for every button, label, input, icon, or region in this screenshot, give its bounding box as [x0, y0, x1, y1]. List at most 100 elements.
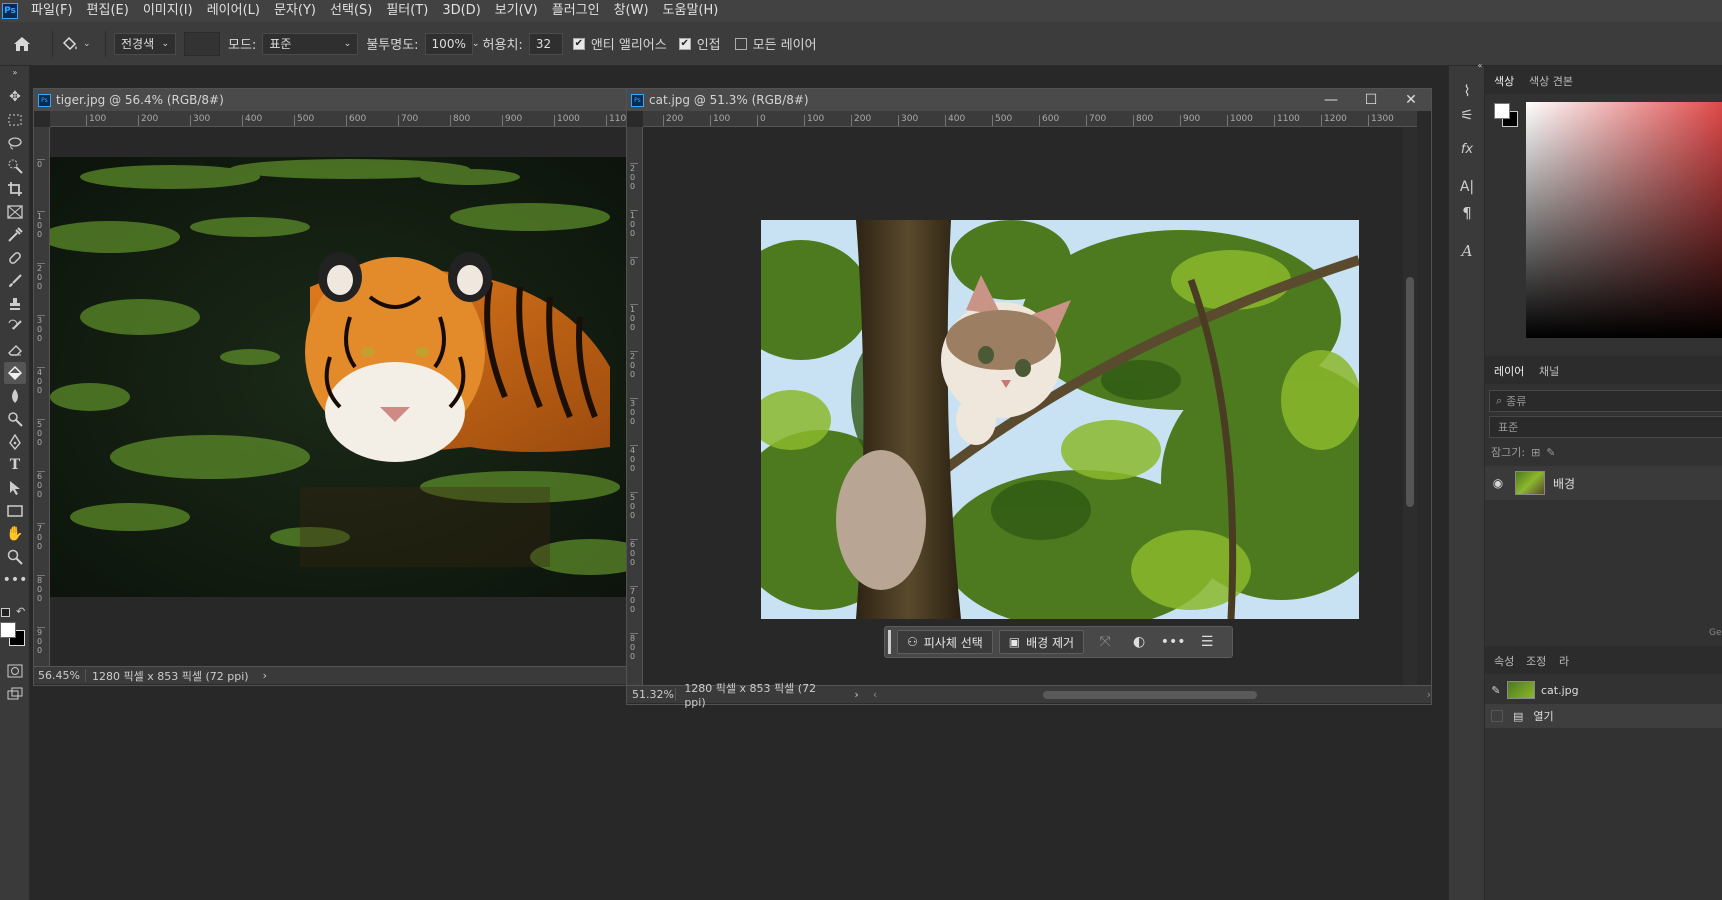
menu-3d[interactable]: 3D(D)	[435, 0, 487, 22]
menu-select[interactable]: 선택(S)	[323, 0, 379, 22]
rectangle-tool-icon[interactable]	[4, 500, 26, 522]
scrollbar-thumb[interactable]	[1043, 690, 1258, 699]
mode-dropdown[interactable]: 표준 ⌄	[262, 32, 359, 55]
more-tools-icon[interactable]: •••	[3, 569, 28, 591]
menu-view[interactable]: 보기(V)	[488, 0, 545, 22]
status-expand-icon[interactable]: ›	[854, 688, 858, 701]
tiger-image[interactable]	[50, 157, 627, 597]
layer-name[interactable]: 배경	[1553, 475, 1575, 492]
default-colors-icon[interactable]	[1, 608, 10, 617]
move-tool-icon[interactable]: ✥	[4, 86, 26, 108]
scroll-left-icon[interactable]: ‹	[873, 688, 877, 701]
menu-edit[interactable]: 편집(E)	[80, 0, 136, 22]
document-size-info[interactable]: 1280 픽셀 x 853 픽셀 (72 ppi)	[676, 680, 838, 709]
tab-layers[interactable]: 레이어	[1494, 363, 1524, 379]
quick-mask-icon[interactable]	[4, 660, 26, 682]
layer-kind-filter[interactable]: ⌕ 종류	[1489, 390, 1722, 412]
lasso-tool-icon[interactable]	[4, 132, 26, 154]
all-layers-checkbox[interactable]	[734, 37, 747, 50]
more-options-icon[interactable]: •••	[1156, 634, 1190, 650]
zoom-level[interactable]: 56.45%	[34, 669, 86, 682]
visibility-eye-icon[interactable]: ◉	[1485, 476, 1511, 490]
chevron-down-icon[interactable]: ⌄	[472, 39, 480, 49]
zoom-level[interactable]: 51.32%	[627, 688, 677, 701]
status-expand-icon[interactable]: ›	[263, 669, 267, 682]
foreground-color-swatch[interactable]	[0, 622, 16, 638]
tab-properties[interactable]: 속성	[1494, 653, 1514, 669]
menu-layer[interactable]: 레이어(L)	[200, 0, 267, 22]
document-tab-cat[interactable]: Ps cat.jpg @ 51.3% (RGB/8#) — ☐ ✕	[627, 89, 1431, 111]
paint-bucket-tool-icon[interactable]	[4, 362, 26, 384]
menu-plugins[interactable]: 플러그인	[545, 0, 607, 22]
lock-transparent-icon[interactable]: ⊞	[1531, 446, 1540, 459]
screen-mode-icon[interactable]	[4, 683, 26, 705]
frame-tool-icon[interactable]	[4, 201, 26, 223]
dodge-tool-icon[interactable]	[4, 408, 26, 430]
opacity-input[interactable]: 100% ⌄	[424, 32, 479, 55]
document-size-info[interactable]: 1280 픽셀 x 853 픽셀 (72 ppi)	[86, 668, 249, 684]
history-checkbox[interactable]	[1491, 710, 1503, 722]
vertical-ruler[interactable]: 200 100 0 100 200 300 400 500 600 700 800	[627, 127, 643, 685]
minimize-button[interactable]: —	[1311, 92, 1351, 108]
paint-bucket-preset-icon[interactable]: ⌄	[61, 36, 97, 52]
fill-source-dropdown[interactable]: 전경색 ⌄	[114, 32, 176, 55]
menu-file[interactable]: 파일(F)	[24, 0, 80, 22]
scrollbar-thumb[interactable]	[1406, 277, 1414, 507]
vertical-ruler[interactable]: 0 100 200 300 400 500 600 700 800 900	[34, 127, 50, 669]
horizontal-ruler[interactable]: 100 200 300 400 500 600 700 800 900 1000 1100	[50, 111, 627, 127]
drag-handle[interactable]	[888, 630, 891, 654]
hand-tool-icon[interactable]: ✋	[4, 523, 26, 545]
paragraph-icon[interactable]: ¶	[1456, 202, 1478, 224]
color-picker-field[interactable]	[1526, 102, 1722, 338]
zoom-tool-icon[interactable]	[4, 546, 26, 568]
layer-row[interactable]: ◉ 배경	[1485, 466, 1722, 500]
document-window-tiger[interactable]: Ps tiger.jpg @ 56.4% (RGB/8#) 100 200 300 4…	[33, 88, 628, 686]
history-brush-tool-icon[interactable]	[4, 316, 26, 338]
swap-colors-icon[interactable]: ↶	[16, 605, 25, 618]
tab-swatches[interactable]: 색상 견본	[1529, 73, 1573, 89]
brush-settings-icon[interactable]: ⌇	[1456, 80, 1478, 102]
canvas-area[interactable]	[50, 127, 627, 669]
scroll-right-icon[interactable]: ›	[1427, 688, 1431, 701]
collapse-toolbar-icon[interactable]: »	[4, 68, 26, 77]
adjustments-icon[interactable]: ⚟	[1456, 104, 1478, 126]
eraser-tool-icon[interactable]	[4, 339, 26, 361]
brush-tool-icon[interactable]	[4, 270, 26, 292]
character-icon[interactable]: A|	[1456, 176, 1478, 198]
layer-thumbnail[interactable]	[1515, 471, 1545, 495]
menu-help[interactable]: 도움말(H)	[656, 0, 726, 22]
menu-window[interactable]: 창(W)	[607, 0, 656, 22]
document-tab-tiger[interactable]: Ps tiger.jpg @ 56.4% (RGB/8#)	[34, 89, 627, 111]
path-selection-tool-icon[interactable]	[4, 477, 26, 499]
menu-image[interactable]: 이미지(I)	[136, 0, 200, 22]
document-window-cat[interactable]: Ps cat.jpg @ 51.3% (RGB/8#) — ☐ ✕ 200 100…	[626, 88, 1432, 709]
horizontal-scrollbar[interactable]	[883, 690, 1420, 700]
blur-tool-icon[interactable]	[4, 385, 26, 407]
vertical-scrollbar[interactable]	[1403, 127, 1417, 685]
history-state-row[interactable]: ▤ 열기	[1485, 704, 1722, 728]
lock-paint-icon[interactable]: ✎	[1546, 446, 1555, 459]
quick-selection-tool-icon[interactable]	[4, 155, 26, 177]
menu-filter[interactable]: 필터(T)	[379, 0, 435, 22]
tab-adjustments[interactable]: 조정	[1526, 653, 1546, 669]
horizontal-ruler[interactable]: 200 100 0 100 200 300 400 500 600 700 800 900 1000 11…	[643, 111, 1417, 127]
cat-image[interactable]	[761, 220, 1359, 619]
menu-type[interactable]: 문자(Y)	[267, 0, 323, 22]
eyedropper-tool-icon[interactable]	[4, 224, 26, 246]
select-subject-button[interactable]: ⚇ 피사체 선택	[897, 630, 993, 654]
tab-channels[interactable]: 채널	[1539, 363, 1559, 379]
contiguous-checkbox[interactable]: ✔	[678, 37, 691, 50]
type-tool-icon[interactable]: T	[4, 454, 26, 476]
panel-foreground-swatch[interactable]	[1494, 103, 1510, 119]
glyphs-icon[interactable]: A	[1456, 240, 1478, 262]
history-brush-source-icon[interactable]: ✎	[1485, 684, 1507, 697]
adjustment-icon[interactable]: ◐	[1122, 634, 1156, 650]
maximize-button[interactable]: ☐	[1351, 92, 1391, 108]
antialias-checkbox[interactable]: ✔	[572, 37, 585, 50]
spot-healing-tool-icon[interactable]	[4, 247, 26, 269]
marquee-tool-icon[interactable]	[4, 109, 26, 131]
tolerance-input[interactable]: 32	[528, 32, 563, 55]
pattern-picker[interactable]	[184, 31, 220, 56]
remove-background-button[interactable]: ▣ 배경 제거	[998, 630, 1085, 654]
crop-tool-icon[interactable]	[4, 178, 26, 200]
